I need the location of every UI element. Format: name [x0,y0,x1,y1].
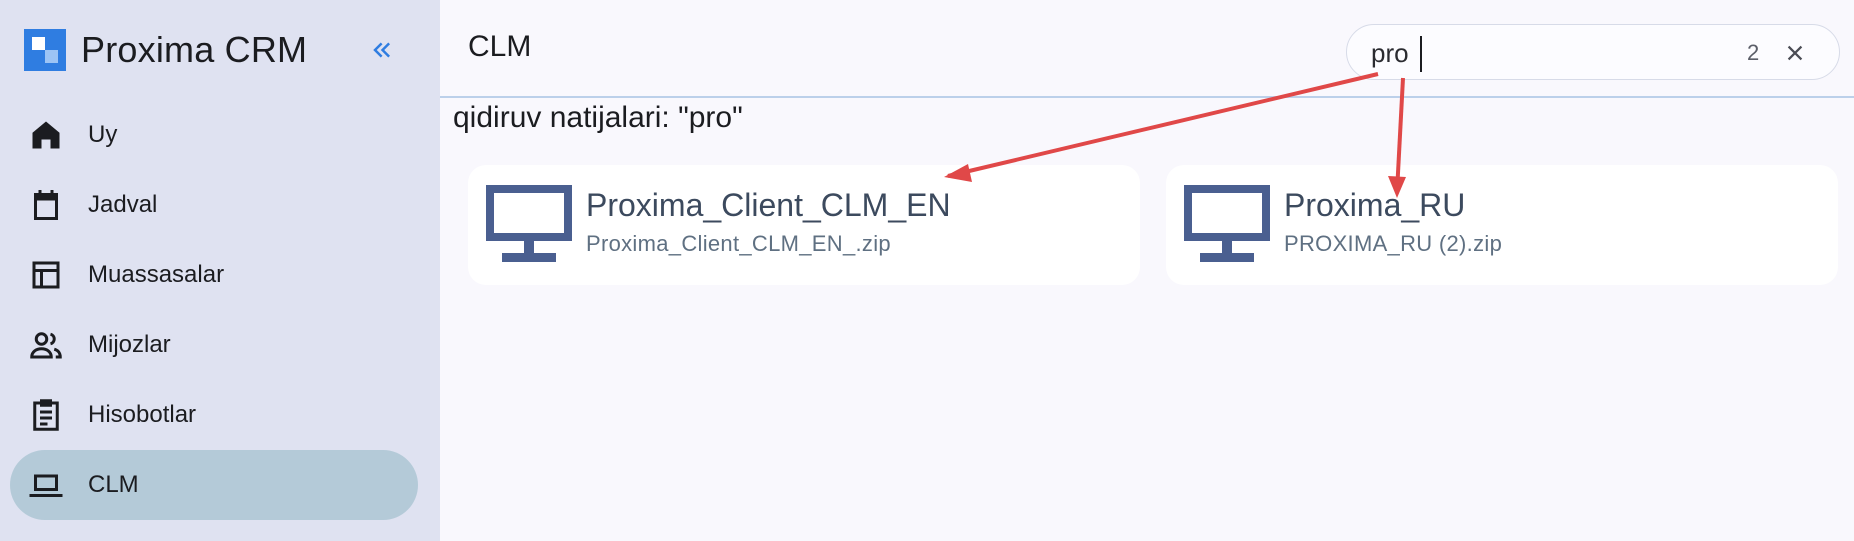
sidebar-item-uy[interactable]: Uy [10,100,418,170]
sidebar-nav: Uy Jadval Muassasalar Mijozlar Hisobotla… [10,100,418,520]
result-filename: PROXIMA_RU (2).zip [1284,231,1503,256]
double-chevron-left-icon [373,42,390,58]
search-results-label: qidiruv natijalari: "pro" [453,101,743,134]
table-icon [28,257,64,293]
result-card[interactable]: Proxima_Client_CLM_EN Proxima_Client_CLM… [468,165,1140,285]
collapse-sidebar-button[interactable] [360,28,404,72]
search-input[interactable] [1371,35,1731,71]
app-name: Proxima CRM [81,29,308,70]
home-icon [28,117,64,153]
result-title: Proxima_RU [1284,187,1466,223]
clear-search-button[interactable] [1779,37,1811,69]
result-card[interactable]: Proxima_RU PROXIMA_RU (2).zip [1166,165,1838,285]
search-result-count: 2 [1747,40,1760,65]
sidebar-item-clm[interactable]: CLM [10,450,418,520]
monitor-icon [1184,185,1270,262]
sidebar-item-label: Mijozlar [88,331,171,358]
sidebar-item-label: Jadval [88,191,158,218]
text-caret [1420,36,1422,72]
sidebar-item-label: Uy [88,121,118,148]
sidebar-item-hisobotlar[interactable]: Hisobotlar [10,380,418,450]
sidebar-item-jadval[interactable]: Jadval [10,170,418,240]
page-title: CLM [468,30,532,63]
calendar-icon [28,187,64,223]
people-icon [28,327,64,363]
brand: Proxima CRM [24,28,307,72]
app-logo-icon [24,29,66,71]
header-divider [440,96,1854,98]
result-title: Proxima_Client_CLM_EN [586,187,951,223]
laptop-icon [28,467,64,503]
result-filename: Proxima_Client_CLM_EN_.zip [586,231,891,256]
sidebar: Proxima CRM Uy Jadval Muassasalar Mijozl… [0,0,440,541]
sidebar-item-label: Hisobotlar [88,401,197,428]
main-content: CLM 2 qidiruv natijalari: "pro" Proxima_… [440,0,1854,541]
sidebar-item-mijozlar[interactable]: Mijozlar [10,310,418,380]
monitor-icon [486,185,572,262]
sidebar-item-muassasalar[interactable]: Muassasalar [10,240,418,310]
clipboard-icon [28,397,64,433]
close-icon [1787,45,1803,61]
sidebar-item-label: Muassasalar [88,261,225,288]
sidebar-item-label: CLM [88,471,139,498]
